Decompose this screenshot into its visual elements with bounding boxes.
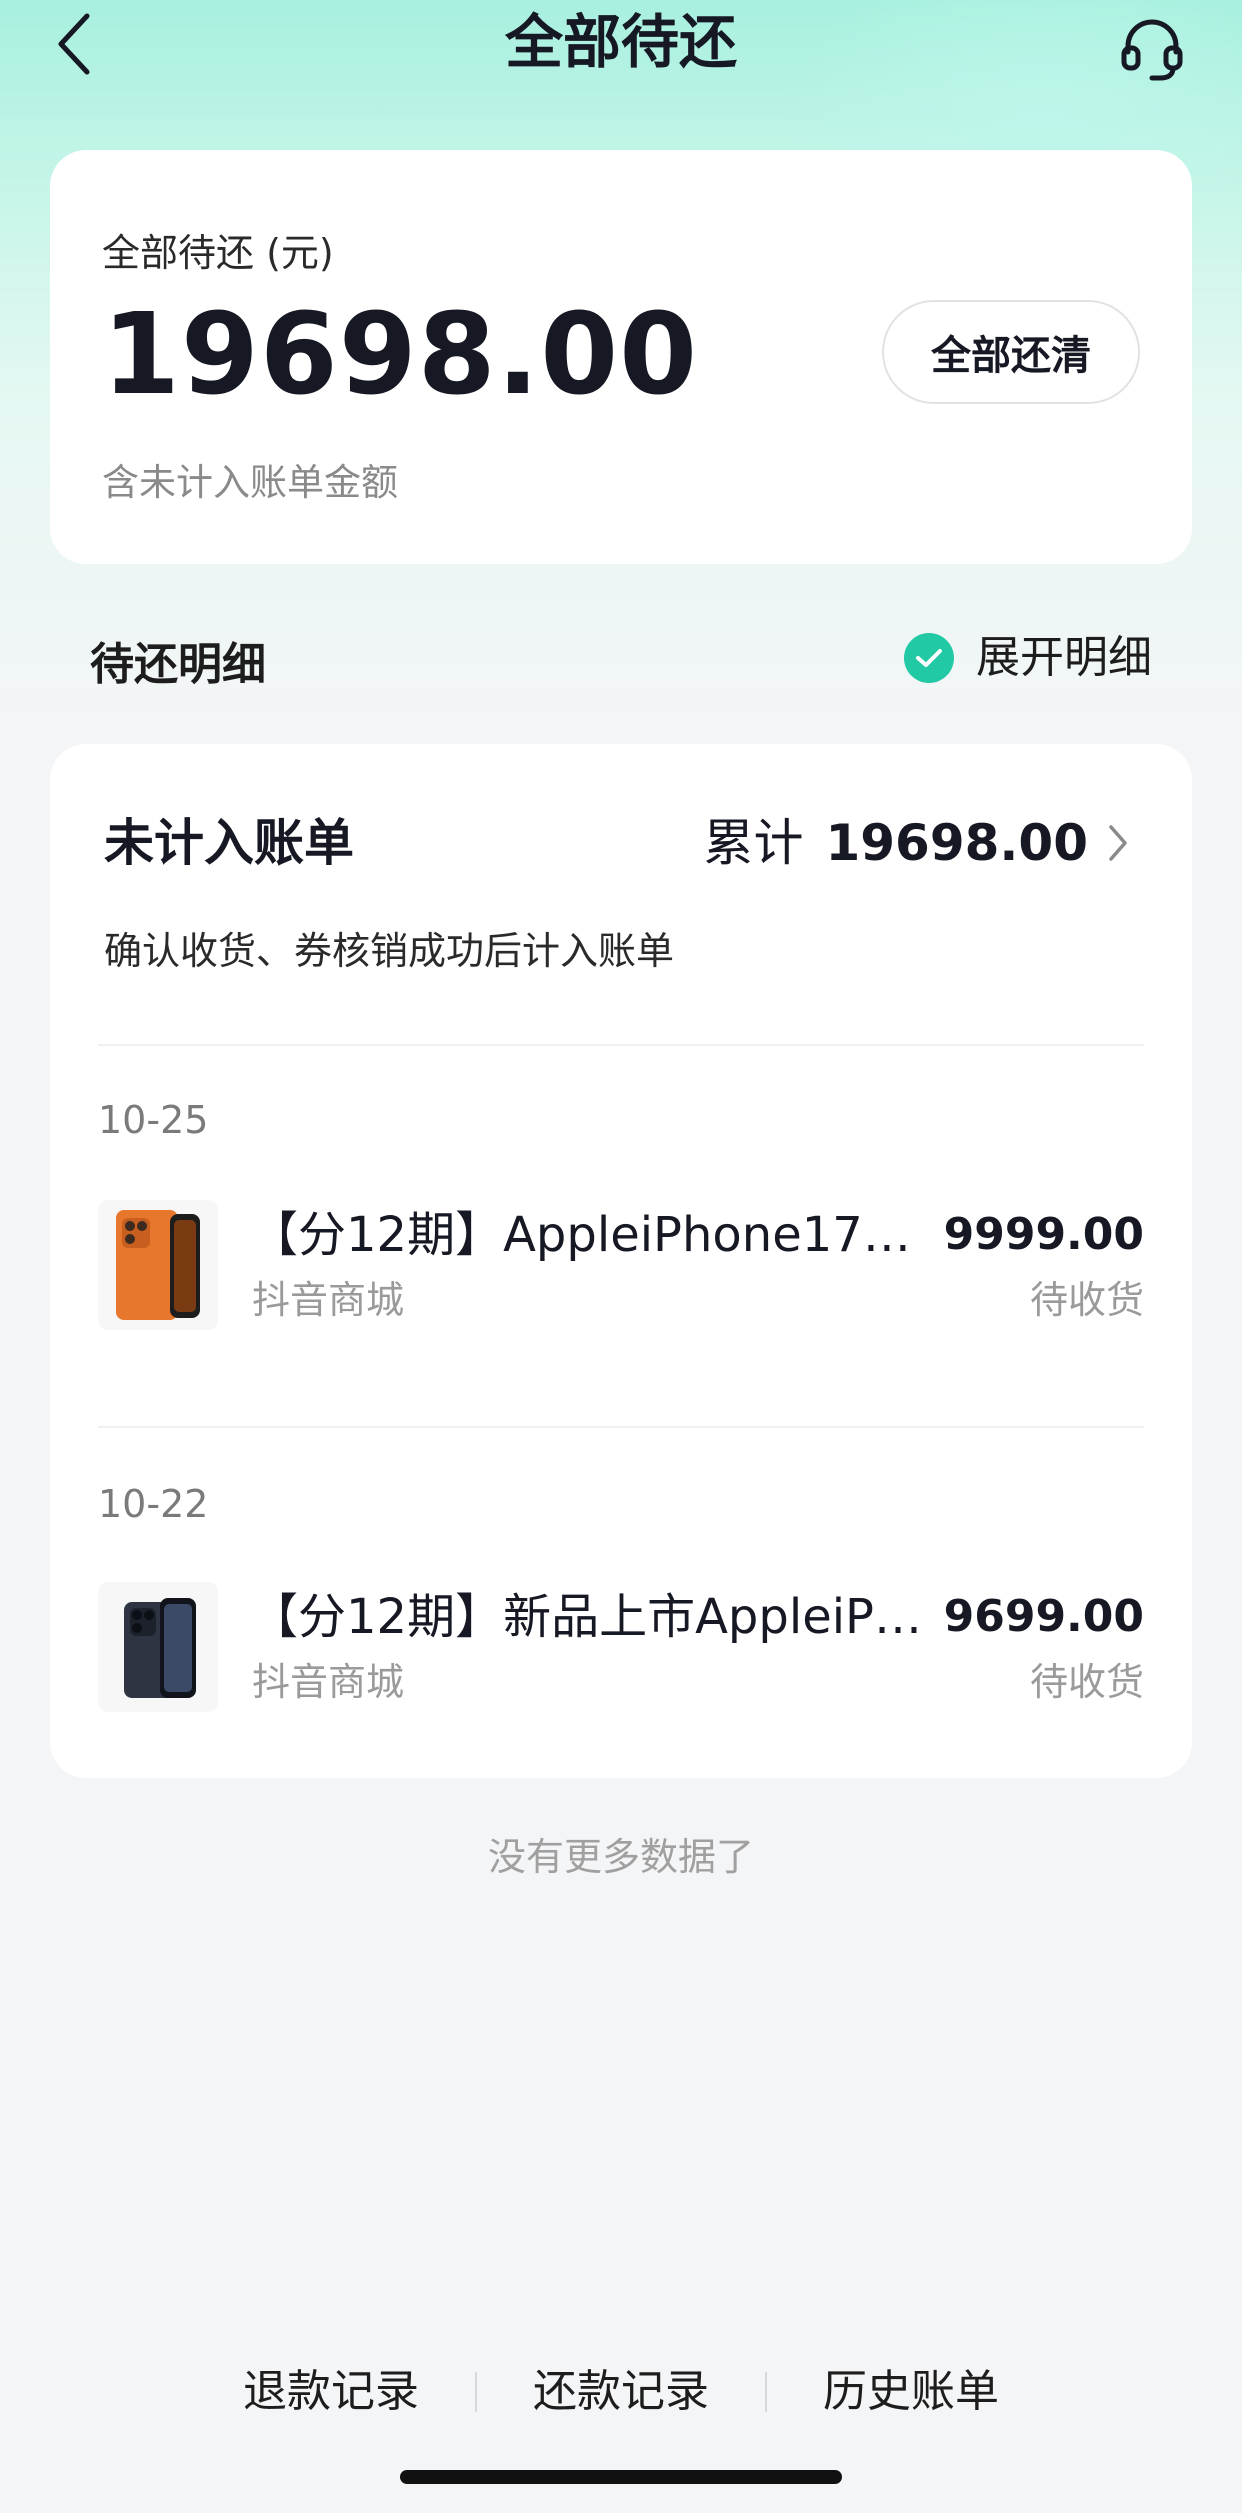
divider	[98, 1426, 1144, 1428]
top-bar: 全部待还	[0, 0, 1242, 90]
expand-details-toggle[interactable]: 展开明细	[904, 628, 1152, 688]
chevron-right-icon	[1098, 820, 1138, 866]
section-title: 待还明细	[90, 639, 266, 690]
pay-all-button[interactable]: 全部还清	[882, 300, 1140, 404]
check-circle-icon	[904, 633, 954, 683]
unbilled-header[interactable]: 未计入账单 累计 19698.00	[104, 808, 1138, 878]
repayment-records-link[interactable]: 还款记录	[477, 2360, 765, 2424]
home-indicator	[400, 2470, 842, 2484]
summary-note: 含未计入账单金额	[102, 461, 398, 504]
order-row[interactable]: 【分12期】新品上市AppleiPhone17Pro 抖音商城 9699.00 …	[98, 1582, 1144, 1712]
no-more-data-text: 没有更多数据了	[487, 1835, 754, 1879]
unbilled-total: 累计 19698.00	[703, 808, 1088, 878]
bottom-links: 退款记录 还款记录 历史账单	[0, 2360, 1242, 2424]
summary-card: 全部待还 (元) 19698.00 含未计入账单金额 全部还清	[50, 150, 1192, 564]
unbilled-title: 未计入账单	[104, 814, 354, 872]
order-amount: 9999.00	[943, 1209, 1144, 1260]
summary-label: 全部待还 (元)	[102, 231, 334, 275]
order-status: 待收货	[1029, 1278, 1144, 1322]
expand-details-label: 展开明细	[976, 632, 1152, 683]
product-thumbnail	[98, 1582, 218, 1712]
unbilled-description: 确认收货、券核销成功后计入账单	[104, 929, 675, 973]
order-date: 10-22	[98, 1482, 209, 1526]
customer-service-button[interactable]	[1112, 8, 1192, 88]
unbilled-total-label: 累计	[703, 814, 804, 872]
divider	[98, 1044, 1144, 1046]
order-amount: 9699.00	[943, 1591, 1144, 1642]
page-title: 全部待还	[504, 8, 737, 76]
detail-card: 未计入账单 累计 19698.00 确认收货、券核销成功后计入账单 10-25 【…	[50, 744, 1192, 1778]
order-title: 【分12期】AppleiPhone17Pro Max	[250, 1207, 930, 1263]
product-thumbnail	[98, 1200, 218, 1330]
order-date: 10-25	[98, 1098, 209, 1142]
history-bills-link[interactable]: 历史账单	[767, 2360, 1055, 2424]
unbilled-total-value: 19698.00	[825, 814, 1088, 872]
total-due-amount: 19698.00	[102, 290, 699, 420]
order-title: 【分12期】新品上市AppleiPhone17Pro	[250, 1589, 930, 1645]
order-row[interactable]: 【分12期】AppleiPhone17Pro Max 抖音商城 9999.00 …	[98, 1200, 1144, 1330]
order-status: 待收货	[1029, 1660, 1144, 1704]
refund-records-link[interactable]: 退款记录	[187, 2360, 475, 2424]
order-shop: 抖音商城	[252, 1278, 405, 1322]
order-shop: 抖音商城	[252, 1660, 405, 1704]
headset-icon	[1121, 19, 1183, 81]
